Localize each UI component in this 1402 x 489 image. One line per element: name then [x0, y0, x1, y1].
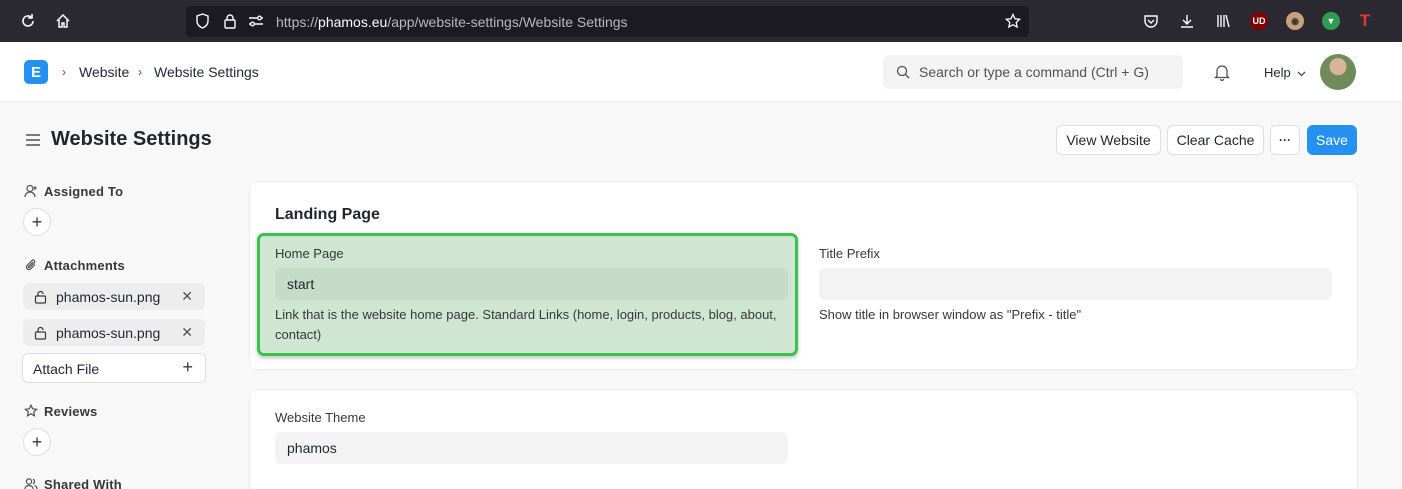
app-logo[interactable]: E: [24, 60, 48, 84]
shield-icon[interactable]: [192, 11, 212, 31]
pocket-icon[interactable]: [1141, 11, 1161, 31]
home-icon[interactable]: [53, 11, 73, 31]
shared-with-label: Shared With: [44, 477, 122, 489]
search-placeholder: Search or type a command (Ctrl + G): [919, 64, 1149, 80]
attachments-label: Attachments: [44, 258, 125, 273]
website-theme-input[interactable]: phamos: [275, 432, 788, 464]
page-title: Website Settings: [51, 128, 212, 150]
help-label: Help: [1264, 65, 1291, 80]
home-page-label: Home Page: [275, 246, 344, 261]
search-bar[interactable]: Search or type a command (Ctrl + G): [883, 55, 1183, 89]
url-text: https://phamos.eu/app/website-settings/W…: [276, 14, 628, 30]
browser-toolbar: https://phamos.eu/app/website-settings/W…: [0, 0, 1402, 42]
sidebar-toggle-icon[interactable]: [25, 133, 41, 147]
attachment-item[interactable]: phamos-sun.png ✕: [23, 319, 205, 346]
chevron-down-icon: [1297, 71, 1306, 76]
home-page-input[interactable]: start: [275, 268, 788, 300]
home-page-description: Link that is the website home page. Stan…: [275, 307, 777, 342]
add-review-button[interactable]: +: [23, 428, 51, 456]
url-path: /app/website-settings/Website Settings: [387, 14, 628, 30]
close-icon[interactable]: ✕: [181, 288, 193, 305]
downloads-icon[interactable]: [1177, 11, 1197, 31]
url-prefix: https://: [276, 14, 319, 30]
section-title: Landing Page: [275, 206, 380, 223]
avatar[interactable]: [1320, 54, 1356, 90]
attachment-name[interactable]: phamos-sun.png: [56, 289, 160, 305]
reviews-label: Reviews: [44, 404, 98, 419]
extension-t-icon[interactable]: T: [1356, 11, 1374, 30]
extension-crescent-icon[interactable]: [975, 11, 995, 31]
attach-file-button[interactable]: Attach File +: [22, 353, 206, 383]
lock-icon[interactable]: [220, 11, 240, 31]
extension-shield-icon[interactable]: ▼: [1322, 12, 1340, 30]
permissions-icon[interactable]: [246, 11, 266, 31]
app-navbar: E › Website › Website Settings Search or…: [0, 42, 1402, 102]
breadcrumb-website[interactable]: Website: [79, 64, 129, 80]
reload-icon[interactable]: [18, 11, 38, 31]
search-icon: [896, 65, 910, 79]
save-button[interactable]: Save: [1307, 125, 1357, 155]
close-icon[interactable]: ✕: [181, 324, 193, 341]
title-prefix-input[interactable]: [819, 268, 1332, 300]
paperclip-icon: [25, 259, 36, 271]
attachment-item[interactable]: phamos-sun.png ✕: [23, 283, 205, 310]
ublock-icon[interactable]: UD: [1250, 12, 1268, 30]
title-prefix-description: Show title in browser window as "Prefix …: [819, 307, 1082, 322]
attach-file-label: Attach File: [33, 361, 100, 377]
bookmark-star-icon[interactable]: [1003, 11, 1023, 31]
bell-icon[interactable]: [1214, 64, 1230, 81]
attachment-name[interactable]: phamos-sun.png: [56, 325, 160, 341]
more-actions-button[interactable]: ···: [1270, 125, 1300, 155]
clear-cache-button[interactable]: Clear Cache: [1167, 125, 1264, 155]
extension-face-icon[interactable]: ◉: [1286, 12, 1304, 30]
unlock-icon: [34, 326, 47, 340]
url-bar[interactable]: https://phamos.eu/app/website-settings/W…: [186, 6, 1029, 37]
view-website-button[interactable]: View Website: [1056, 125, 1161, 155]
library-icon[interactable]: [1213, 11, 1233, 31]
breadcrumb-website-settings[interactable]: Website Settings: [154, 64, 259, 80]
chevron-right-icon: ›: [62, 65, 66, 79]
title-prefix-label: Title Prefix: [819, 246, 880, 261]
help-dropdown[interactable]: Help: [1264, 65, 1306, 80]
plus-icon: +: [182, 357, 193, 377]
unlock-icon: [34, 290, 47, 304]
users-icon: [24, 478, 38, 489]
star-icon: [24, 404, 38, 417]
assigned-to-label: Assigned To: [44, 184, 124, 199]
url-domain: phamos.eu: [318, 14, 388, 30]
add-assignment-button[interactable]: +: [23, 208, 51, 236]
user-icon: [24, 184, 37, 198]
website-theme-label: Website Theme: [275, 410, 366, 425]
chevron-right-icon: ›: [138, 65, 142, 79]
